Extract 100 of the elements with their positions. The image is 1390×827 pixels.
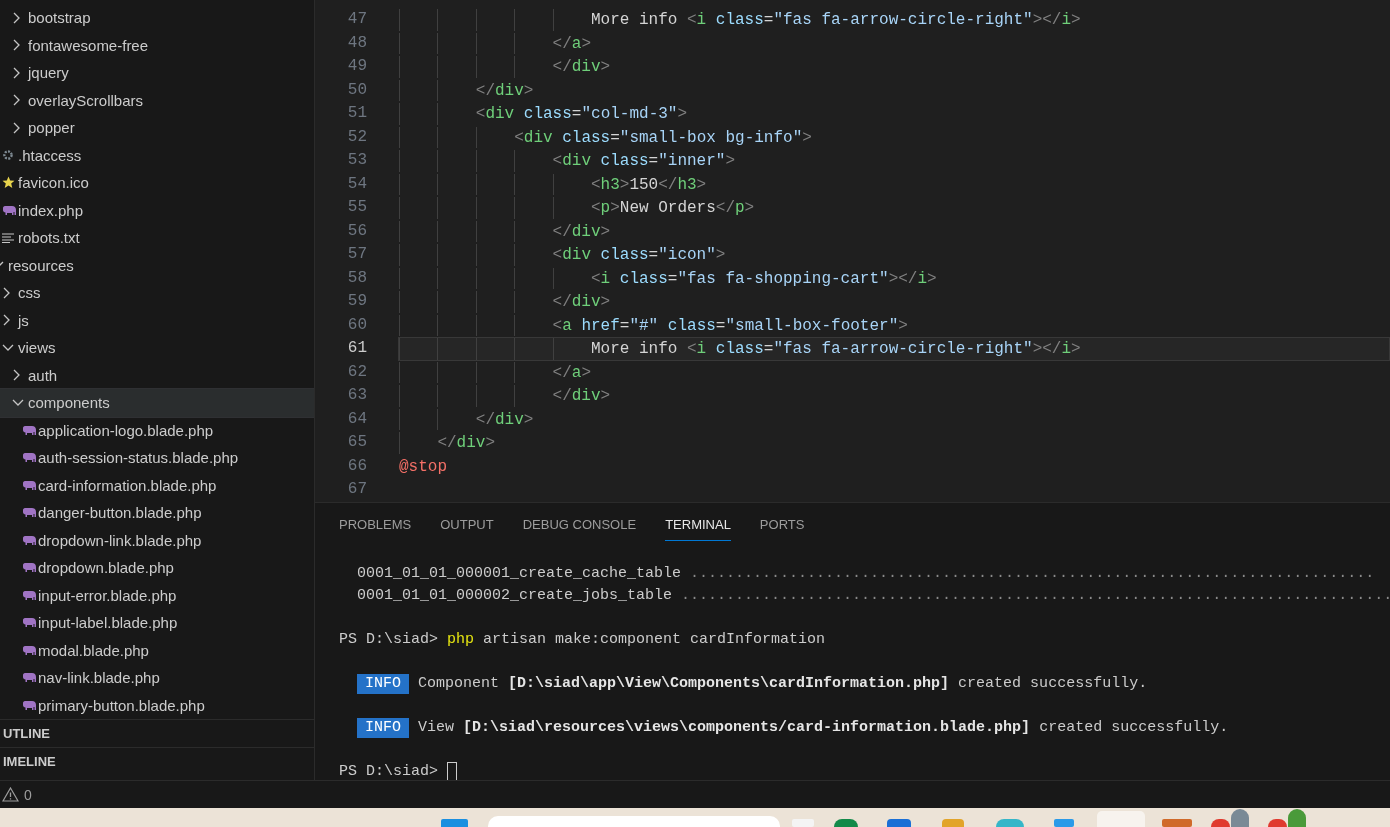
file-item[interactable]: modal.blade.php (0, 636, 314, 664)
panel-tab[interactable]: PROBLEMS (339, 508, 412, 541)
file-item[interactable]: robots.txt (0, 224, 314, 252)
chevron-right-icon (12, 94, 22, 107)
elephant-icon (22, 479, 37, 491)
migration-name: 0001_01_01_000001_create_cache_table (357, 564, 682, 584)
code-line: <div class="small-box bg-info"> (514, 127, 812, 148)
line-number: 56 (346, 220, 367, 242)
folder-item[interactable]: popper (0, 114, 314, 142)
taskbar-icon[interactable] (1268, 819, 1287, 827)
section-header[interactable]: UTLINE (0, 726, 50, 741)
file-item[interactable]: input-label.blade.php (0, 609, 314, 637)
file-item[interactable]: favicon.ico (0, 169, 314, 197)
leader-dots: ............................................................................... (681, 586, 1390, 606)
code-line: </div> (552, 221, 611, 242)
command-line: PS D:\siad> php artisan make:component cardInformation (339, 630, 826, 650)
line-number: 65 (346, 432, 367, 453)
chevron-down-icon (2, 342, 14, 353)
panel-tab[interactable]: TERMINAL (665, 508, 731, 541)
chevron-right-icon (2, 314, 12, 327)
elephant-icon (22, 507, 37, 519)
info-badge: INFO (357, 718, 409, 738)
taskbar-icon[interactable] (942, 819, 964, 827)
folder-item[interactable]: resources (0, 251, 314, 279)
folder-item[interactable]: fontawesome-free (0, 31, 314, 59)
chevron-right-icon (12, 121, 22, 134)
line-number: 55 (346, 197, 367, 218)
line-number: 50 (346, 79, 367, 101)
taskbar-icon[interactable] (1054, 819, 1074, 827)
folder-item[interactable]: overlayScrollbars (0, 86, 314, 114)
line-number: 61 (346, 338, 367, 359)
indent-guide (475, 56, 477, 78)
indent-guide (475, 385, 477, 407)
folder-item[interactable]: components (0, 389, 314, 417)
code-line: </div> (475, 80, 534, 101)
indent-guide (399, 432, 400, 454)
line-number: 62 (346, 361, 367, 383)
code-line: @stop (399, 456, 447, 477)
line-number: 58 (346, 267, 367, 289)
section-header[interactable]: IMELINE (0, 754, 56, 769)
warning-icon (2, 787, 19, 802)
file-item[interactable]: primary-button.blade.php (0, 691, 314, 719)
chevron-down-icon (12, 397, 24, 408)
line-number: 48 (346, 32, 367, 54)
line-number: 51 (346, 103, 367, 124)
folder-item[interactable]: bootstrap (0, 4, 314, 32)
line-number: 59 (346, 291, 367, 312)
file-item[interactable]: input-error.blade.php (0, 581, 314, 609)
search-field[interactable] (488, 816, 780, 827)
file-item[interactable]: danger-button.blade.php (0, 499, 314, 527)
file-item[interactable]: application-logo.blade.php (0, 416, 314, 444)
avatar-badge (1231, 809, 1249, 827)
code-line: </div> (437, 433, 495, 454)
panel-tab[interactable]: PORTS (759, 508, 805, 541)
code-line: <div class="inner"> (552, 151, 736, 172)
gear-icon (2, 149, 14, 162)
file-item[interactable]: .htaccess (0, 141, 314, 169)
taskbar-icon[interactable] (887, 819, 911, 827)
elephant-icon (22, 534, 37, 546)
file-item[interactable]: nav-link.blade.php (0, 664, 314, 692)
file-item[interactable]: dropdown-link.blade.php (0, 526, 314, 554)
taskbar-icon[interactable] (834, 819, 858, 827)
line-number: 64 (346, 408, 367, 430)
panel-tab[interactable]: DEBUG CONSOLE (522, 508, 637, 541)
indent-guide (552, 9, 554, 31)
file-item[interactable]: card-information.blade.php (0, 471, 314, 499)
problems-status[interactable]: 0 (0, 786, 32, 803)
log-message: View [D:\siad\resources\views\components/card-information.blade.php] created successfully. (418, 718, 1229, 738)
avatar-badge (1288, 809, 1306, 827)
code-line: </a> (552, 33, 591, 54)
lines-icon (2, 232, 14, 243)
indent-guide (514, 56, 516, 78)
code-line: More info <i class="fas fa-arrow-circle-right"></i> (590, 339, 1081, 360)
elephant-icon (22, 562, 37, 574)
line-number: 57 (346, 244, 367, 265)
line-number: 54 (346, 173, 367, 195)
folder-item[interactable]: jquery (0, 59, 314, 87)
elephant-icon (2, 204, 17, 216)
code-line: </div> (552, 386, 611, 407)
folder-item[interactable]: views (0, 334, 314, 362)
prompt-text: PS D:\siad> (339, 762, 439, 780)
taskbar-icon[interactable] (1211, 819, 1230, 827)
code-line: </div> (552, 292, 611, 313)
folder-item[interactable]: auth (0, 361, 314, 389)
folder-item[interactable]: js (0, 306, 314, 334)
file-item[interactable]: index.php (0, 196, 314, 224)
code-line: <p>New Orders</p> (590, 198, 755, 219)
indent-guide (552, 173, 554, 195)
line-number: 52 (346, 126, 367, 148)
panel-tab[interactable]: OUTPUT (440, 508, 494, 541)
chevron-right-icon (12, 66, 22, 79)
file-item[interactable]: dropdown.blade.php (0, 554, 314, 582)
elephant-icon (22, 644, 37, 656)
start-icon[interactable] (441, 819, 468, 827)
line-number: 53 (346, 150, 367, 171)
file-item[interactable]: auth-session-status.blade.php (0, 444, 314, 472)
folder-item[interactable]: css (0, 279, 314, 307)
line-number: 47 (346, 9, 367, 30)
chevron-right-icon (12, 39, 22, 52)
taskbar-icon[interactable] (996, 819, 1024, 827)
